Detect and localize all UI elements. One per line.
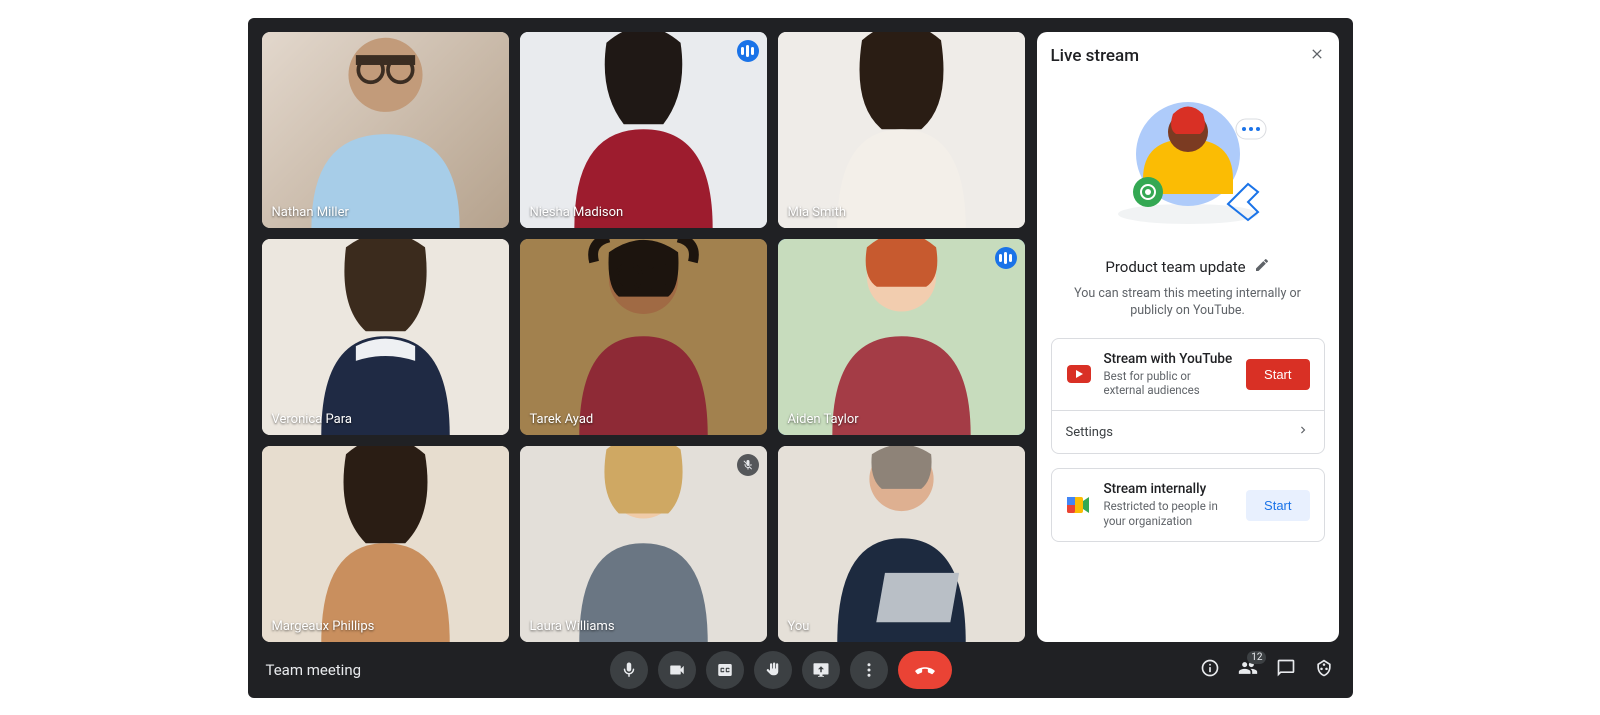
participant-name-label: Mia Smith (788, 205, 847, 220)
participant-tile[interactable]: Niesha Madison (520, 32, 767, 228)
participant-name-label: You (788, 619, 810, 634)
participant-name-label: Nathan Miller (272, 205, 349, 220)
participant-tile[interactable]: Tarek Ayad (520, 239, 767, 435)
participant-name-label: Margeaux Phillips (272, 619, 375, 634)
participant-tile-self[interactable]: You (778, 446, 1025, 642)
youtube-card-title: Stream with YouTube (1104, 351, 1235, 367)
people-button[interactable]: 12 (1238, 658, 1258, 682)
leave-call-button[interactable] (898, 651, 952, 689)
live-stream-panel: Live stream (1037, 32, 1339, 642)
speaking-icon (737, 40, 759, 62)
edit-icon[interactable] (1254, 257, 1270, 277)
participant-name-label: Aiden Taylor (788, 412, 859, 427)
participant-tile[interactable]: Nathan Miller (262, 32, 509, 228)
participant-tile[interactable]: Aiden Taylor (778, 239, 1025, 435)
internal-card-title: Stream internally (1104, 481, 1235, 497)
meet-icon (1066, 495, 1092, 515)
bottom-bar: Team meeting (248, 642, 1353, 698)
internal-start-button[interactable]: Start (1246, 490, 1309, 521)
chevron-right-icon (1296, 423, 1310, 441)
participant-name-label: Niesha Madison (530, 205, 624, 220)
youtube-settings-row[interactable]: Settings (1052, 410, 1324, 453)
right-action-icons: 12 (1200, 658, 1334, 682)
participant-video (778, 32, 1025, 228)
participant-name-label: Veronica Para (272, 412, 352, 427)
internal-stream-card: Stream internally Restricted to people i… (1051, 468, 1325, 542)
muted-icon (737, 454, 759, 476)
stream-title-row: Product team update (1051, 257, 1325, 277)
chat-button[interactable] (1276, 658, 1296, 682)
participant-tile[interactable]: Mia Smith (778, 32, 1025, 228)
meeting-title: Team meeting (266, 661, 362, 679)
internal-card-subtitle: Restricted to people in your organizatio… (1104, 499, 1235, 529)
participant-tile[interactable]: Margeaux Phillips (262, 446, 509, 642)
youtube-card-subtitle: Best for public or external audiences (1104, 369, 1235, 399)
meet-window: Nathan Miller Niesha Madison (248, 18, 1353, 698)
participant-video (778, 446, 1025, 642)
stream-title-text: Product team update (1105, 258, 1245, 276)
participant-name-label: Tarek Ayad (530, 412, 594, 427)
participant-tile[interactable]: Veronica Para (262, 239, 509, 435)
panel-header: Live stream (1051, 46, 1325, 67)
present-screen-button[interactable] (802, 651, 840, 689)
more-options-button[interactable] (850, 651, 888, 689)
youtube-start-button[interactable]: Start (1246, 359, 1309, 390)
participant-tile[interactable]: Laura Williams (520, 446, 767, 642)
stream-description: You can stream this meeting internally o… (1069, 285, 1307, 320)
panel-title: Live stream (1051, 46, 1140, 66)
participant-video (520, 446, 767, 642)
participant-video (778, 239, 1025, 435)
microphone-button[interactable] (610, 651, 648, 689)
content-area: Nathan Miller Niesha Madison (248, 18, 1353, 642)
participant-video (520, 32, 767, 228)
settings-label: Settings (1066, 425, 1113, 440)
activities-button[interactable] (1314, 658, 1334, 682)
captions-button[interactable] (706, 651, 744, 689)
participant-video (262, 446, 509, 642)
youtube-stream-card: Stream with YouTube Best for public or e… (1051, 338, 1325, 455)
call-controls (610, 651, 952, 689)
participant-video (262, 239, 509, 435)
meeting-details-button[interactable] (1200, 658, 1220, 682)
participant-name-label: Laura Williams (530, 619, 615, 634)
participant-count-badge: 12 (1247, 651, 1266, 664)
camera-button[interactable] (658, 651, 696, 689)
close-icon[interactable] (1309, 46, 1325, 67)
participant-video (520, 239, 767, 435)
raise-hand-button[interactable] (754, 651, 792, 689)
live-stream-illustration (1051, 79, 1325, 239)
speaking-icon (995, 247, 1017, 269)
participants-grid: Nathan Miller Niesha Madison (262, 32, 1025, 642)
youtube-icon (1066, 365, 1092, 383)
participant-video (262, 32, 509, 228)
